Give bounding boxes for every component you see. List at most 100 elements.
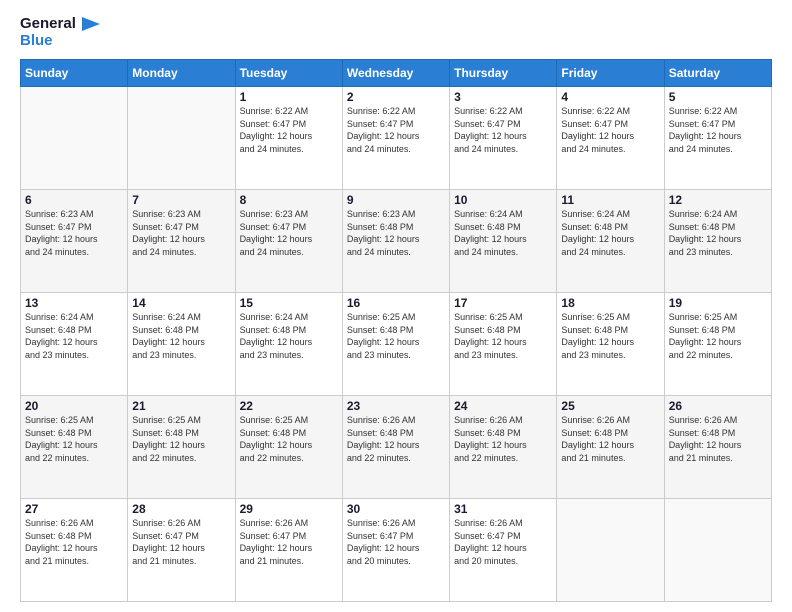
calendar-cell: 4Sunrise: 6:22 AM Sunset: 6:47 PM Daylig… (557, 87, 664, 190)
calendar-cell: 25Sunrise: 6:26 AM Sunset: 6:48 PM Dayli… (557, 396, 664, 499)
calendar-cell: 16Sunrise: 6:25 AM Sunset: 6:48 PM Dayli… (342, 293, 449, 396)
calendar-cell: 18Sunrise: 6:25 AM Sunset: 6:48 PM Dayli… (557, 293, 664, 396)
day-number: 2 (347, 90, 445, 104)
week-row-5: 27Sunrise: 6:26 AM Sunset: 6:48 PM Dayli… (21, 499, 772, 602)
day-number: 24 (454, 399, 552, 413)
calendar-cell: 29Sunrise: 6:26 AM Sunset: 6:47 PM Dayli… (235, 499, 342, 602)
day-number: 12 (669, 193, 767, 207)
calendar-cell: 23Sunrise: 6:26 AM Sunset: 6:48 PM Dayli… (342, 396, 449, 499)
calendar-cell: 26Sunrise: 6:26 AM Sunset: 6:48 PM Dayli… (664, 396, 771, 499)
day-number: 10 (454, 193, 552, 207)
weekday-header-tuesday: Tuesday (235, 60, 342, 87)
weekday-header-row: SundayMondayTuesdayWednesdayThursdayFrid… (21, 60, 772, 87)
day-number: 22 (240, 399, 338, 413)
calendar-cell: 2Sunrise: 6:22 AM Sunset: 6:47 PM Daylig… (342, 87, 449, 190)
day-number: 15 (240, 296, 338, 310)
calendar-cell: 10Sunrise: 6:24 AM Sunset: 6:48 PM Dayli… (450, 190, 557, 293)
calendar-cell: 8Sunrise: 6:23 AM Sunset: 6:47 PM Daylig… (235, 190, 342, 293)
calendar-cell: 31Sunrise: 6:26 AM Sunset: 6:47 PM Dayli… (450, 499, 557, 602)
day-number: 23 (347, 399, 445, 413)
day-info: Sunrise: 6:26 AM Sunset: 6:48 PM Dayligh… (454, 414, 552, 464)
day-number: 7 (132, 193, 230, 207)
calendar-cell: 15Sunrise: 6:24 AM Sunset: 6:48 PM Dayli… (235, 293, 342, 396)
calendar-cell: 22Sunrise: 6:25 AM Sunset: 6:48 PM Dayli… (235, 396, 342, 499)
day-number: 19 (669, 296, 767, 310)
day-info: Sunrise: 6:25 AM Sunset: 6:48 PM Dayligh… (561, 311, 659, 361)
logo: General Blue (20, 16, 100, 49)
calendar-cell: 19Sunrise: 6:25 AM Sunset: 6:48 PM Dayli… (664, 293, 771, 396)
day-info: Sunrise: 6:22 AM Sunset: 6:47 PM Dayligh… (561, 105, 659, 155)
day-number: 27 (25, 502, 123, 516)
calendar-table: SundayMondayTuesdayWednesdayThursdayFrid… (20, 59, 772, 602)
calendar-cell: 28Sunrise: 6:26 AM Sunset: 6:47 PM Dayli… (128, 499, 235, 602)
calendar-cell: 1Sunrise: 6:22 AM Sunset: 6:47 PM Daylig… (235, 87, 342, 190)
logo-text: General Blue (20, 16, 100, 49)
week-row-1: 1Sunrise: 6:22 AM Sunset: 6:47 PM Daylig… (21, 87, 772, 190)
weekday-header-thursday: Thursday (450, 60, 557, 87)
day-info: Sunrise: 6:25 AM Sunset: 6:48 PM Dayligh… (454, 311, 552, 361)
day-number: 8 (240, 193, 338, 207)
calendar-cell: 6Sunrise: 6:23 AM Sunset: 6:47 PM Daylig… (21, 190, 128, 293)
week-row-2: 6Sunrise: 6:23 AM Sunset: 6:47 PM Daylig… (21, 190, 772, 293)
calendar-cell: 30Sunrise: 6:26 AM Sunset: 6:47 PM Dayli… (342, 499, 449, 602)
calendar-cell (664, 499, 771, 602)
day-info: Sunrise: 6:24 AM Sunset: 6:48 PM Dayligh… (561, 208, 659, 258)
day-number: 13 (25, 296, 123, 310)
header: General Blue (20, 16, 772, 49)
day-info: Sunrise: 6:25 AM Sunset: 6:48 PM Dayligh… (347, 311, 445, 361)
day-number: 4 (561, 90, 659, 104)
day-info: Sunrise: 6:26 AM Sunset: 6:47 PM Dayligh… (454, 517, 552, 567)
calendar-cell: 11Sunrise: 6:24 AM Sunset: 6:48 PM Dayli… (557, 190, 664, 293)
day-info: Sunrise: 6:25 AM Sunset: 6:48 PM Dayligh… (669, 311, 767, 361)
day-info: Sunrise: 6:24 AM Sunset: 6:48 PM Dayligh… (25, 311, 123, 361)
calendar-cell: 17Sunrise: 6:25 AM Sunset: 6:48 PM Dayli… (450, 293, 557, 396)
calendar-cell: 27Sunrise: 6:26 AM Sunset: 6:48 PM Dayli… (21, 499, 128, 602)
calendar-cell (557, 499, 664, 602)
day-number: 3 (454, 90, 552, 104)
day-number: 29 (240, 502, 338, 516)
weekday-header-saturday: Saturday (664, 60, 771, 87)
day-info: Sunrise: 6:26 AM Sunset: 6:47 PM Dayligh… (347, 517, 445, 567)
day-number: 16 (347, 296, 445, 310)
day-info: Sunrise: 6:24 AM Sunset: 6:48 PM Dayligh… (454, 208, 552, 258)
day-number: 17 (454, 296, 552, 310)
calendar-cell (21, 87, 128, 190)
weekday-header-friday: Friday (557, 60, 664, 87)
calendar-cell: 3Sunrise: 6:22 AM Sunset: 6:47 PM Daylig… (450, 87, 557, 190)
day-number: 31 (454, 502, 552, 516)
weekday-header-monday: Monday (128, 60, 235, 87)
day-number: 5 (669, 90, 767, 104)
calendar-cell: 12Sunrise: 6:24 AM Sunset: 6:48 PM Dayli… (664, 190, 771, 293)
day-info: Sunrise: 6:23 AM Sunset: 6:47 PM Dayligh… (240, 208, 338, 258)
day-info: Sunrise: 6:26 AM Sunset: 6:48 PM Dayligh… (25, 517, 123, 567)
day-number: 14 (132, 296, 230, 310)
day-number: 1 (240, 90, 338, 104)
day-number: 20 (25, 399, 123, 413)
calendar-cell: 21Sunrise: 6:25 AM Sunset: 6:48 PM Dayli… (128, 396, 235, 499)
calendar-cell: 24Sunrise: 6:26 AM Sunset: 6:48 PM Dayli… (450, 396, 557, 499)
day-number: 28 (132, 502, 230, 516)
week-row-3: 13Sunrise: 6:24 AM Sunset: 6:48 PM Dayli… (21, 293, 772, 396)
calendar-cell (128, 87, 235, 190)
calendar-cell: 5Sunrise: 6:22 AM Sunset: 6:47 PM Daylig… (664, 87, 771, 190)
page: General Blue SundayMondayTuesdayWednesda… (0, 0, 792, 612)
day-info: Sunrise: 6:26 AM Sunset: 6:47 PM Dayligh… (240, 517, 338, 567)
day-info: Sunrise: 6:22 AM Sunset: 6:47 PM Dayligh… (240, 105, 338, 155)
day-info: Sunrise: 6:23 AM Sunset: 6:47 PM Dayligh… (25, 208, 123, 258)
calendar-cell: 20Sunrise: 6:25 AM Sunset: 6:48 PM Dayli… (21, 396, 128, 499)
day-info: Sunrise: 6:22 AM Sunset: 6:47 PM Dayligh… (669, 105, 767, 155)
day-info: Sunrise: 6:26 AM Sunset: 6:48 PM Dayligh… (347, 414, 445, 464)
weekday-header-sunday: Sunday (21, 60, 128, 87)
calendar-cell: 9Sunrise: 6:23 AM Sunset: 6:48 PM Daylig… (342, 190, 449, 293)
calendar-cell: 14Sunrise: 6:24 AM Sunset: 6:48 PM Dayli… (128, 293, 235, 396)
day-info: Sunrise: 6:26 AM Sunset: 6:47 PM Dayligh… (132, 517, 230, 567)
day-number: 18 (561, 296, 659, 310)
day-info: Sunrise: 6:25 AM Sunset: 6:48 PM Dayligh… (132, 414, 230, 464)
day-info: Sunrise: 6:22 AM Sunset: 6:47 PM Dayligh… (347, 105, 445, 155)
day-info: Sunrise: 6:24 AM Sunset: 6:48 PM Dayligh… (240, 311, 338, 361)
day-number: 30 (347, 502, 445, 516)
calendar-cell: 7Sunrise: 6:23 AM Sunset: 6:47 PM Daylig… (128, 190, 235, 293)
day-number: 11 (561, 193, 659, 207)
day-info: Sunrise: 6:22 AM Sunset: 6:47 PM Dayligh… (454, 105, 552, 155)
day-number: 21 (132, 399, 230, 413)
